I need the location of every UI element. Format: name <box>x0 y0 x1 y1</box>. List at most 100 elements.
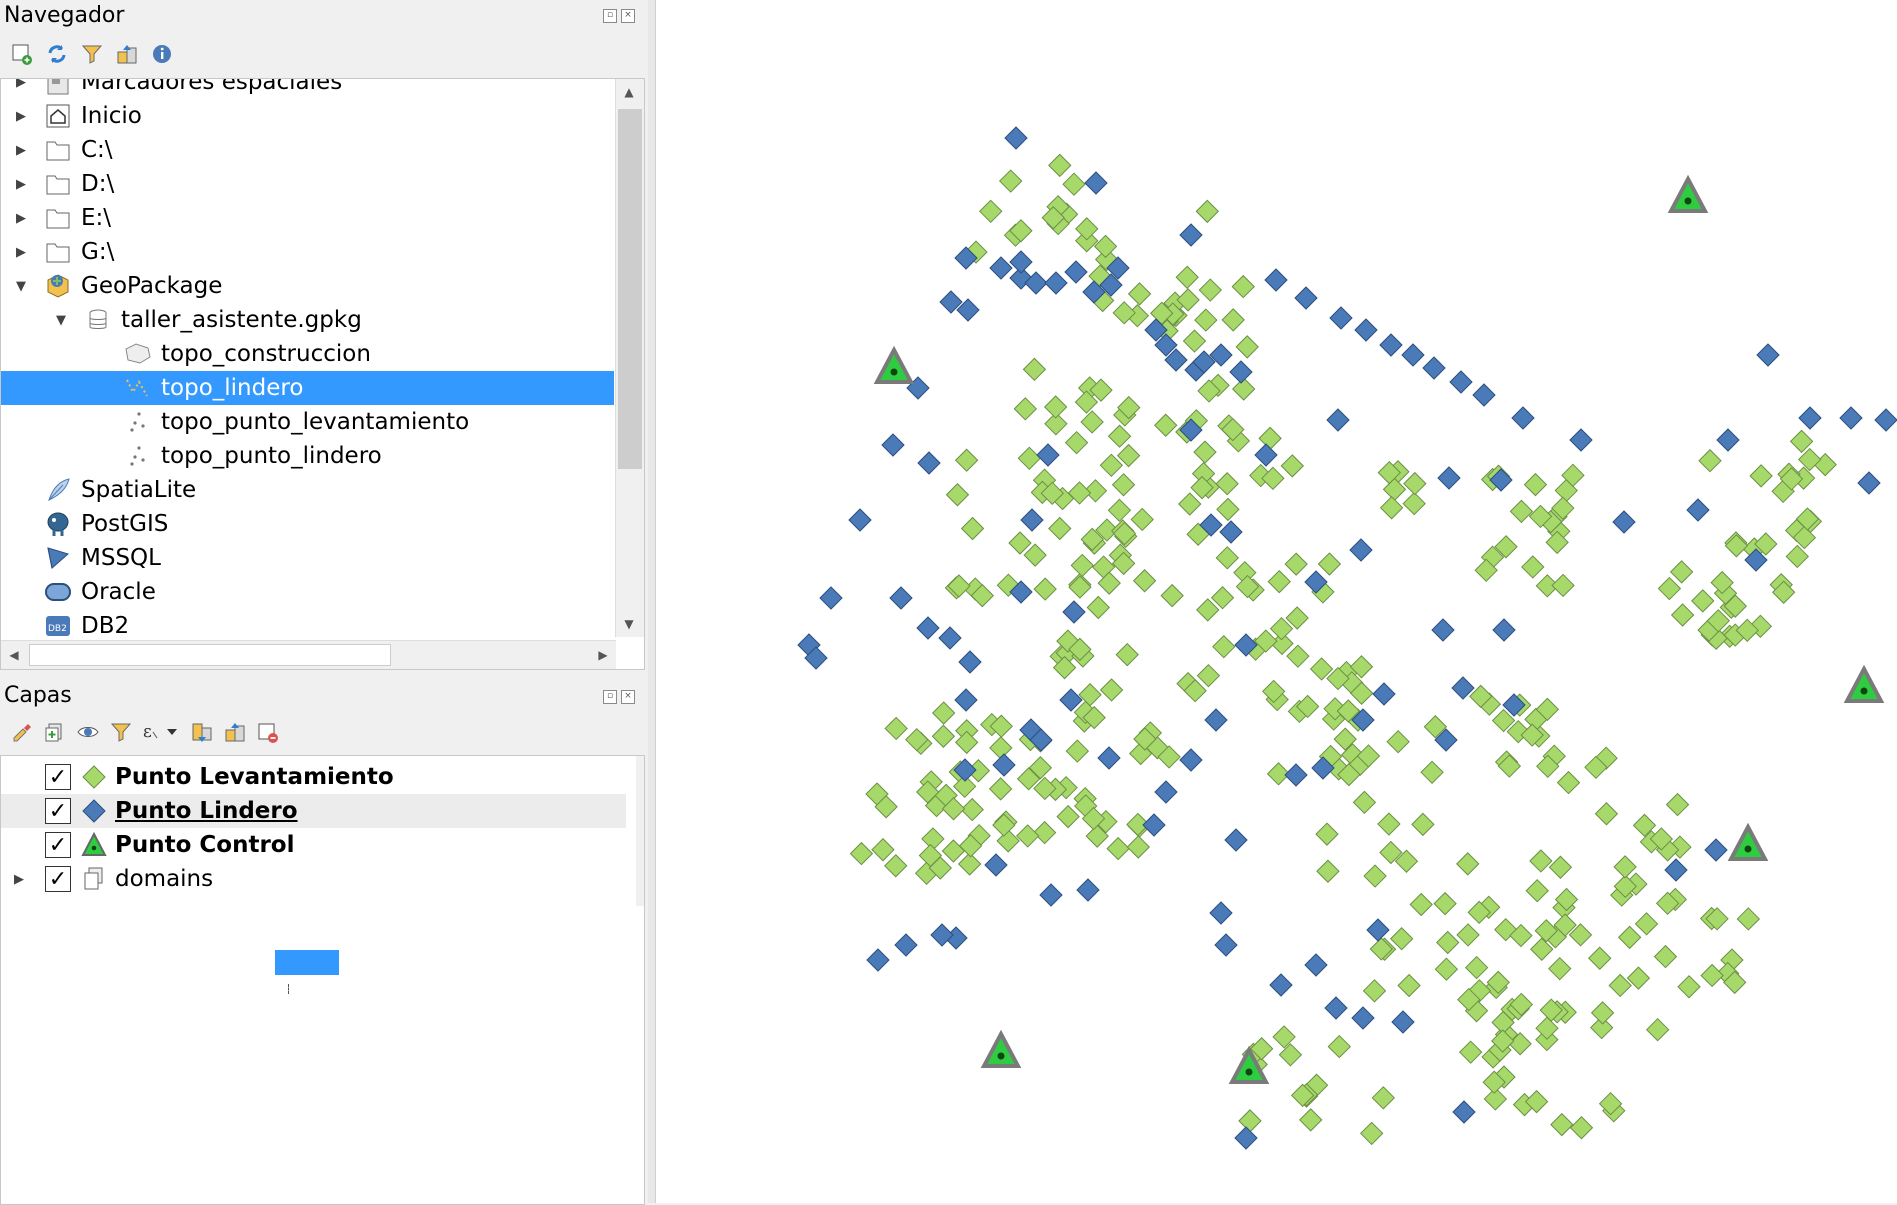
remove-layer-icon[interactable] <box>254 718 281 745</box>
levantamiento-point <box>1548 855 1573 879</box>
lindero-point <box>1612 510 1636 534</box>
expand-arrow-icon[interactable]: ▶ <box>11 140 31 160</box>
expand-arrow-icon[interactable]: ▶ <box>11 79 31 92</box>
layer-visibility-checkbox[interactable]: ✓ <box>45 764 71 790</box>
levantamiento-point <box>1317 552 1342 576</box>
expand-arrow-icon[interactable]: ▶ <box>9 869 29 889</box>
layers-scrollbar[interactable] <box>636 756 644 906</box>
levantamiento-point <box>1458 1040 1483 1064</box>
scroll-right-button[interactable]: ▶ <box>590 642 616 668</box>
tree-item-topo-punto-lindero[interactable]: topo_punto_lindero <box>1 439 614 473</box>
tree-item-g[interactable]: ▶ G:\ <box>1 235 614 269</box>
lindero-point <box>984 853 1008 877</box>
tree-item-inicio[interactable]: ▶ Inicio <box>1 99 614 133</box>
levantamiento-point <box>1669 560 1694 584</box>
visibility-icon[interactable] <box>74 718 101 745</box>
tree-item-topo-construccion[interactable]: topo_construccion <box>1 337 614 371</box>
scroll-thumb[interactable] <box>29 644 391 666</box>
refresh-icon[interactable] <box>43 40 70 67</box>
scroll-left-button[interactable]: ◀ <box>1 642 27 668</box>
browser-tree[interactable]: ▶ Marcadores espaciales ▶ Inicio ▶ C:\ ▶ D:\ ▶ E:… <box>0 78 645 670</box>
tree-item-mssql[interactable]: MSSQL <box>1 541 614 575</box>
dock-splitter[interactable] <box>648 0 655 1203</box>
levantamiento-point <box>1033 577 1057 601</box>
lindero-point <box>1020 508 1044 532</box>
levantamiento-point <box>1023 543 1047 567</box>
levantamiento-point <box>1299 1108 1323 1132</box>
expand-arrow-icon[interactable]: ▶ <box>11 208 31 228</box>
layer-row-domains[interactable]: ▶ ✓ domains <box>1 862 626 896</box>
lindero-point <box>1569 428 1593 452</box>
add-layer-icon[interactable] <box>8 40 35 67</box>
levantamiento-point <box>1196 663 1221 688</box>
green-triangle-icon <box>81 831 107 858</box>
style-icon[interactable] <box>8 718 35 745</box>
levantamiento-point <box>1198 278 1223 302</box>
layer-visibility-checkbox[interactable]: ✓ <box>45 866 71 892</box>
collapse-arrow-icon[interactable]: ▼ <box>51 310 71 330</box>
expand-all-icon[interactable] <box>188 718 215 745</box>
tree-item-spatialite[interactable]: SpatiaLite <box>1 473 614 507</box>
scroll-down-button[interactable]: ▼ <box>616 611 642 637</box>
layer-visibility-checkbox[interactable]: ✓ <box>45 832 71 858</box>
filter-legend-icon[interactable] <box>107 718 134 745</box>
browser-horizontal-scrollbar[interactable]: ◀ ▶ <box>1 640 616 669</box>
levantamiento-point <box>1056 804 1080 829</box>
tree-item-topo-lindero[interactable]: topo_lindero <box>1 371 614 405</box>
float-icon[interactable]: ▫ <box>603 9 617 23</box>
lindero-point <box>1039 883 1063 907</box>
map-canvas[interactable] <box>655 0 1897 1203</box>
collapse-all-icon[interactable] <box>113 40 140 67</box>
levantamiento-point <box>1154 413 1178 437</box>
layer-row-punto-lindero[interactable]: ✓ Punto Lindero <box>1 794 626 828</box>
float-icon[interactable]: ▫ <box>603 690 617 704</box>
tree-item-taller-asistente-gpkg[interactable]: ▼ taller_asistente.gpkg <box>1 303 614 337</box>
expand-arrow-icon[interactable]: ▶ <box>11 242 31 262</box>
tree-item-marcadores-espaciales[interactable]: ▶ Marcadores espaciales <box>1 79 614 99</box>
tree-item-e[interactable]: ▶ E:\ <box>1 201 614 235</box>
collapse-arrow-icon[interactable]: ▼ <box>11 276 31 296</box>
collapse-all-icon[interactable] <box>221 718 248 745</box>
tree-item-db2[interactable]: DB2 DB2 <box>1 609 614 643</box>
levantamiento-point <box>1160 583 1184 608</box>
tree-item-topo-punto-levantamiento[interactable]: topo_punto_levantamiento <box>1 405 614 439</box>
info-icon[interactable] <box>148 40 175 67</box>
levantamiento-point <box>884 716 908 741</box>
filter-icon[interactable] <box>78 40 105 67</box>
layer-visibility-checkbox[interactable]: ✓ <box>45 798 71 824</box>
tree-item-label: taller_asistente.gpkg <box>121 307 362 333</box>
expression-filter-icon[interactable]: ε <box>140 718 182 745</box>
map-layers <box>797 126 1897 1150</box>
layers-panel-title: Capas <box>4 683 72 708</box>
levantamiento-point <box>1048 516 1072 541</box>
add-group-icon[interactable] <box>41 718 68 745</box>
lindero-point <box>1254 443 1278 467</box>
expand-arrow-icon[interactable]: ▶ <box>11 174 31 194</box>
layers-tree[interactable]: ✓ Punto Levantamiento ✓ Punto Lindero ✓ Punto… <box>0 755 645 1205</box>
tree-item-postgis[interactable]: PostGIS <box>1 507 614 541</box>
layer-row-punto-control[interactable]: ✓ Punto Control <box>1 828 626 862</box>
layer-row-punto-levantamiento[interactable]: ✓ Punto Levantamiento <box>1 760 626 794</box>
close-icon[interactable]: × <box>621 9 635 23</box>
mssql-icon <box>43 544 73 572</box>
lindero-point <box>1449 370 1473 394</box>
browser-vertical-scrollbar[interactable]: ▲ ▼ <box>615 79 644 637</box>
tree-item-geopackage[interactable]: ▼ GeoPackage <box>1 269 614 303</box>
tree-item-d[interactable]: ▶ D:\ <box>1 167 614 201</box>
levantamiento-point <box>1634 912 1659 936</box>
levantamiento-point <box>1653 944 1678 969</box>
scroll-up-button[interactable]: ▲ <box>616 79 642 105</box>
close-icon[interactable]: × <box>621 690 635 704</box>
levantamiento-point <box>960 516 985 541</box>
folder-icon <box>43 170 73 198</box>
tree-item-c[interactable]: ▶ C:\ <box>1 133 614 167</box>
scroll-thumb[interactable] <box>618 109 642 469</box>
lindero-point <box>1084 171 1108 195</box>
levantamiento-point <box>1080 410 1104 434</box>
expand-arrow-icon[interactable]: ▶ <box>11 106 31 126</box>
lindero-point <box>1304 953 1328 977</box>
tree-item-oracle[interactable]: Oracle <box>1 575 614 609</box>
levantamiento-point <box>1436 930 1460 955</box>
levantamiento-point <box>1369 937 1394 961</box>
levantamiento-point <box>1594 802 1619 826</box>
